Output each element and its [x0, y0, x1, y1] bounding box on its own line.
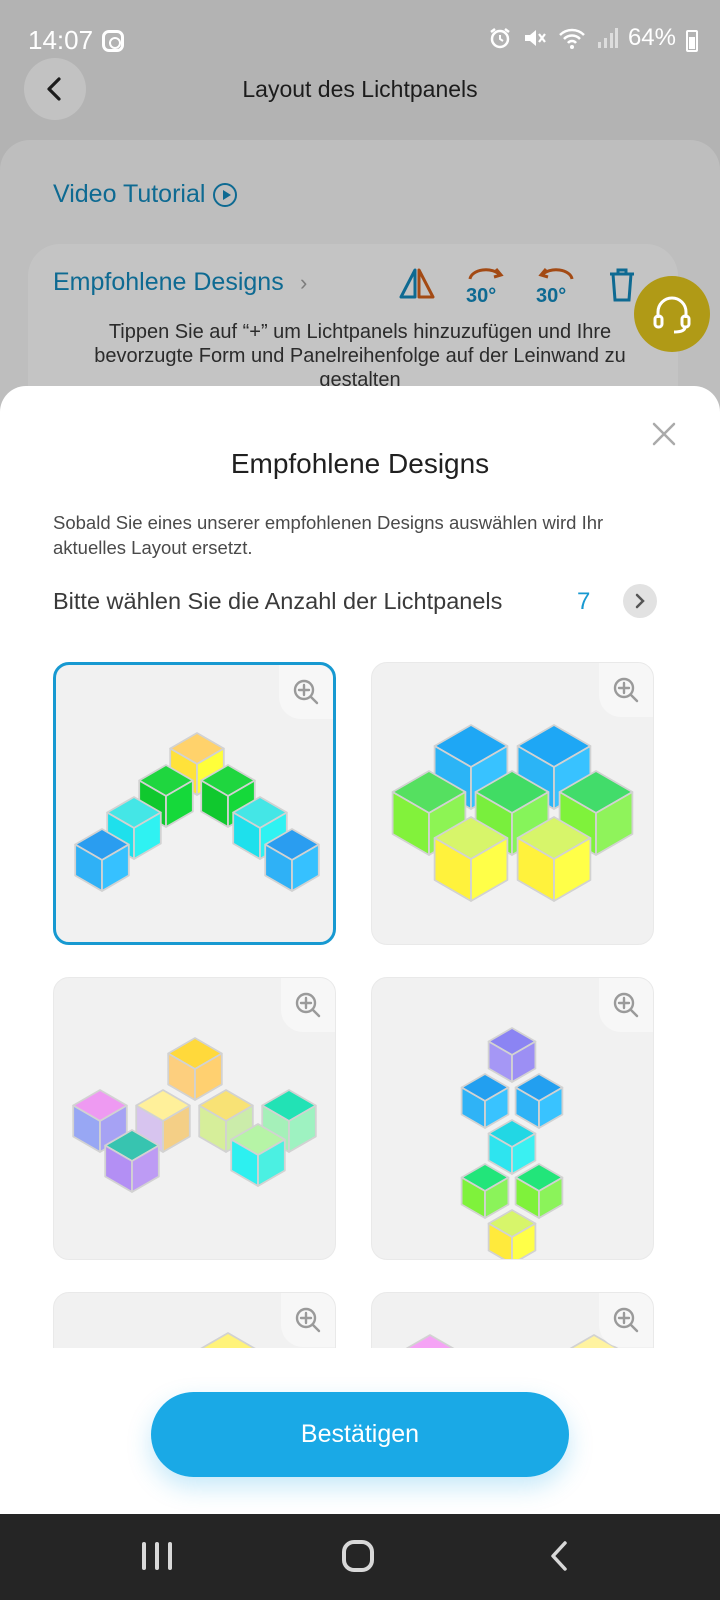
panel-count-next-button[interactable] — [623, 584, 657, 618]
light-panel-cube — [167, 1037, 223, 1101]
zoom-in-icon[interactable] — [599, 663, 653, 717]
system-nav-bar — [0, 1514, 720, 1600]
rotate-left-icon — [468, 268, 504, 280]
wifi-icon — [559, 28, 585, 49]
design-tile-6[interactable] — [371, 1292, 654, 1348]
page-title: Layout des Lichtpanels — [242, 76, 478, 102]
zoom-in-icon[interactable] — [281, 1293, 335, 1347]
rotate-left-button[interactable]: 30° — [466, 264, 506, 308]
battery-percent: 64% — [627, 24, 676, 51]
confirm-button[interactable]: Bestätigen — [151, 1392, 569, 1477]
home-button[interactable] — [342, 1540, 374, 1572]
sheet-title: Empfohlene Designs — [230, 448, 490, 479]
rotate-right-icon — [538, 268, 574, 280]
light-panel-cube — [487, 1027, 537, 1083]
sheet-description: Sobald Sie eines unserer empfohlenen Des… — [53, 512, 604, 558]
signal-icon — [597, 28, 618, 48]
mute-icon — [524, 30, 546, 46]
light-panel-cube — [487, 1119, 537, 1175]
light-panel-cube — [514, 1163, 564, 1219]
light-panel-cube — [460, 1163, 510, 1219]
mirror-icon[interactable] — [398, 268, 436, 300]
zoom-in-icon[interactable] — [599, 978, 653, 1032]
light-panel-cube — [460, 1073, 510, 1129]
play-circle-icon — [213, 182, 238, 207]
rotate-left-label: 30° — [466, 285, 497, 307]
design-tile-5[interactable] — [53, 1292, 336, 1348]
design-tile-2[interactable] — [371, 662, 654, 945]
system-back-button[interactable] — [545, 1539, 575, 1573]
design-tile-3[interactable] — [53, 977, 336, 1260]
instagram-icon — [102, 30, 124, 52]
delete-icon[interactable] — [608, 268, 636, 302]
chevron-right-icon — [635, 593, 645, 609]
app-header: Layout des Lichtpanels — [0, 58, 720, 128]
recommended-designs-sheet: Empfohlene Designs Sobald Sie eines unse… — [0, 386, 720, 1514]
panel-count-value: 7 — [577, 588, 591, 615]
hint-text: Tippen Sie auf “+” um Lichtpanels hinzuz… — [94, 321, 626, 391]
headset-icon — [653, 296, 691, 334]
status-time: 14:07 — [28, 25, 94, 55]
zoom-in-icon[interactable] — [279, 665, 333, 719]
recents-button[interactable] — [142, 1542, 172, 1572]
rotate-right-button[interactable]: 30° — [536, 264, 576, 308]
designs-grid — [0, 662, 720, 1348]
light-panel-cube — [405, 1334, 455, 1348]
support-button[interactable] — [634, 276, 710, 352]
recommended-designs-link[interactable]: Empfohlene Designs — [53, 268, 284, 297]
light-panel-cube — [200, 1332, 256, 1348]
video-tutorial-label: Video Tutorial — [53, 180, 206, 208]
video-tutorial-link[interactable]: Video Tutorial — [53, 180, 238, 209]
alarm-icon — [490, 28, 510, 49]
light-panel-cube — [514, 1073, 564, 1129]
design-tile-1[interactable] — [53, 662, 336, 945]
status-icons: 64% — [488, 24, 676, 52]
zoom-in-icon[interactable] — [599, 1293, 653, 1347]
battery-icon — [686, 30, 698, 52]
panel-count-label: Bitte wählen Sie die Anzahl der Lichtpan… — [53, 588, 503, 614]
panel-count-row: Bitte wählen Sie die Anzahl der Lichtpan… — [53, 584, 670, 624]
chevron-right-icon: › — [300, 270, 308, 295]
design-tile-4[interactable] — [371, 977, 654, 1260]
light-panel-cube — [487, 1209, 537, 1259]
zoom-in-icon[interactable] — [281, 978, 335, 1032]
rotate-right-label: 30° — [536, 285, 567, 307]
close-icon[interactable] — [650, 420, 678, 448]
